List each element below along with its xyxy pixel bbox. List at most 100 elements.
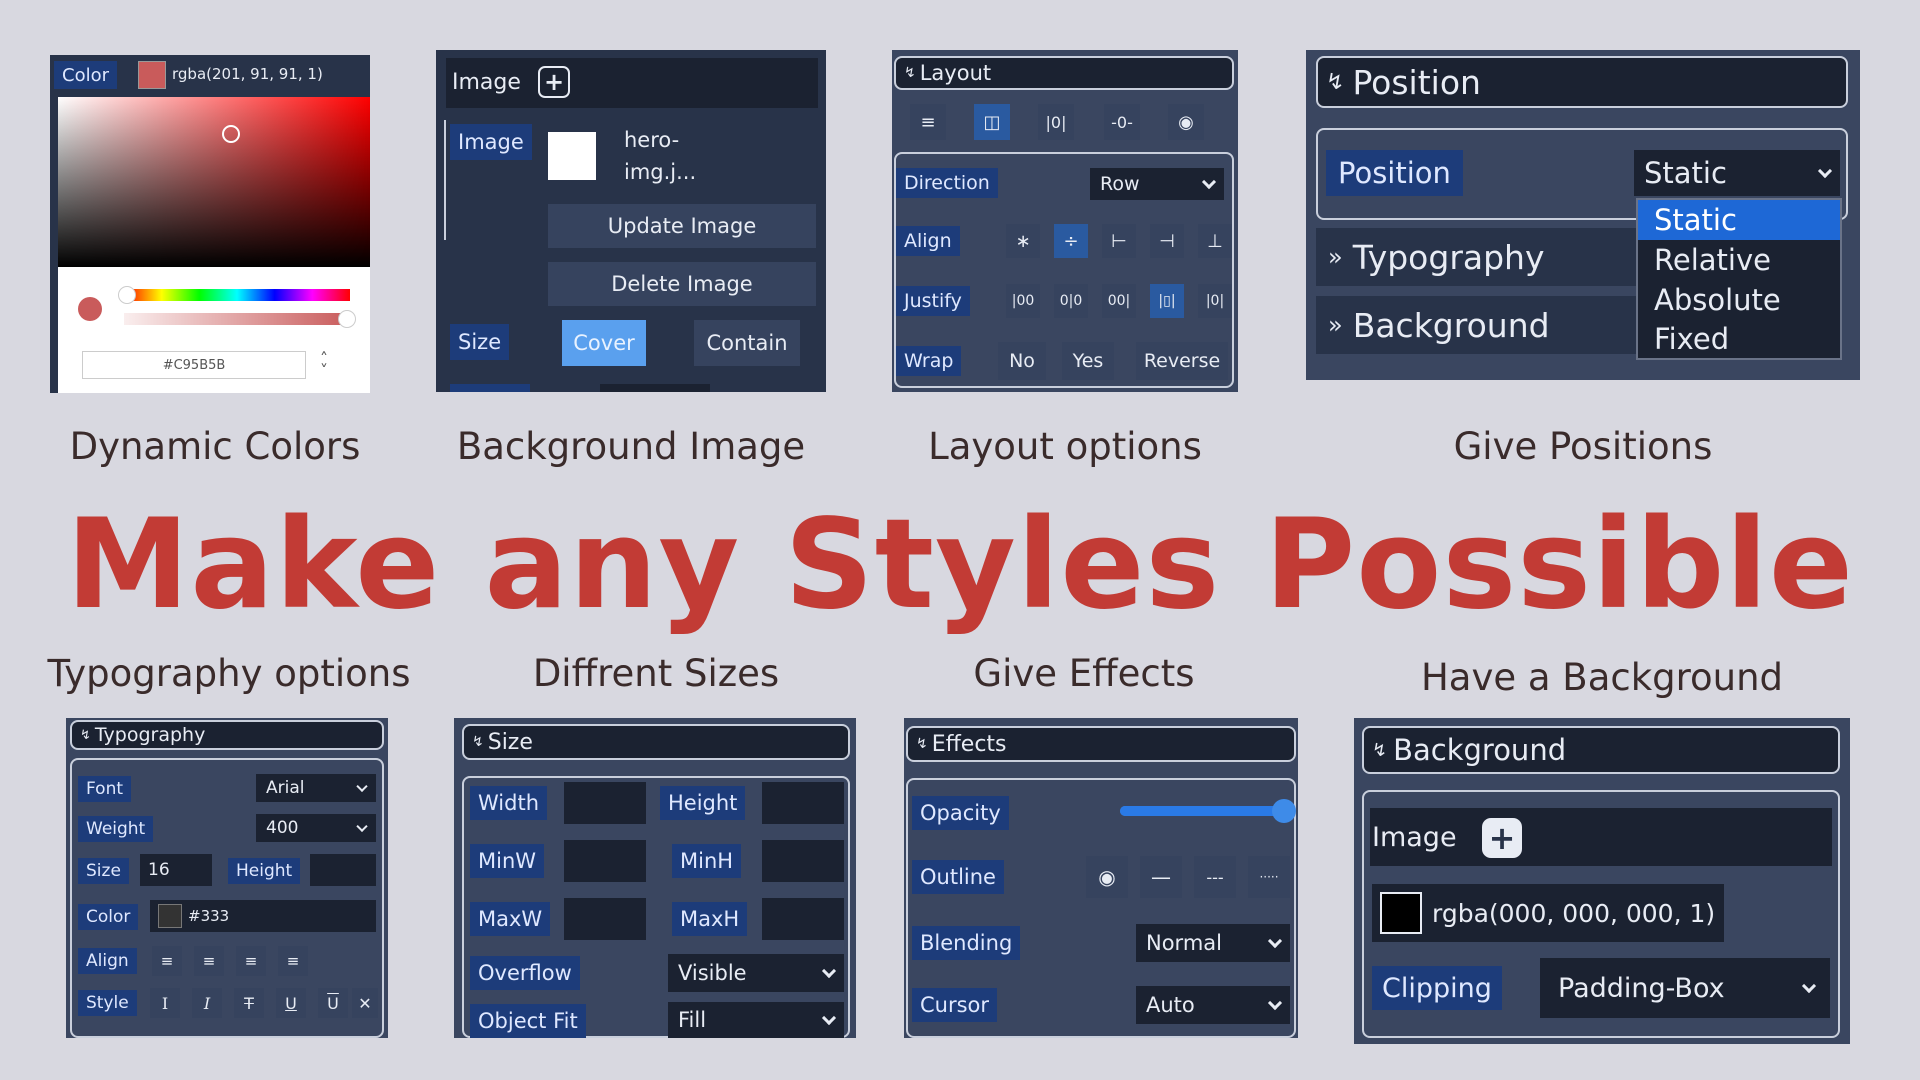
display-block-icon[interactable]: ≡ [910, 104, 946, 140]
align-baseline-icon[interactable]: ⊥ [1198, 224, 1232, 258]
opacity-handle[interactable] [1272, 799, 1296, 823]
display-grid-icon[interactable]: |0| [1038, 104, 1074, 140]
outline-dotted-icon[interactable]: ····· [1248, 856, 1290, 898]
outline-none-icon[interactable]: ◉ [1086, 856, 1128, 898]
position-option-relative[interactable]: Relative [1638, 240, 1840, 280]
blending-select[interactable]: Normal [1136, 924, 1290, 962]
add-image-icon[interactable]: + [1482, 818, 1522, 858]
justify-end-icon[interactable]: 00| [1102, 284, 1136, 318]
color-swatch[interactable] [158, 904, 182, 928]
alpha-slider[interactable] [124, 310, 356, 328]
width-input[interactable] [564, 782, 646, 824]
wrap-yes-button[interactable]: Yes [1062, 342, 1114, 380]
typography-header[interactable]: ↯ Typography [70, 720, 384, 750]
add-image-icon[interactable]: + [538, 66, 570, 98]
saturation-handle[interactable] [222, 125, 240, 143]
layout-panel: ↯ Layout ≡ ◫ |0| -0- ◉ Direction Row Ali… [892, 50, 1238, 392]
background-header[interactable]: ↯ Background [1362, 726, 1840, 774]
position-value: Static [1644, 156, 1727, 190]
style-overline-icon[interactable]: U [318, 988, 348, 1018]
object-fit-select[interactable]: Fill [668, 1002, 844, 1038]
height-input[interactable] [310, 854, 376, 886]
display-inline-icon[interactable]: -0- [1104, 104, 1140, 140]
text-align-left-icon[interactable]: ≡ [152, 946, 182, 976]
position-option-fixed[interactable]: Fixed [1638, 320, 1840, 358]
display-flex-icon[interactable]: ◫ [974, 104, 1010, 140]
justify-between-icon[interactable]: |▯| [1150, 284, 1184, 318]
chevron-down-icon [356, 780, 368, 793]
opacity-label: Opacity [912, 796, 1009, 830]
text-align-right-icon[interactable]: ≡ [236, 946, 266, 976]
headline: Make any Styles Possible [66, 493, 1854, 637]
position-option-static[interactable]: Static [1638, 200, 1840, 240]
collapse-chevron-icon: ↯ [1326, 69, 1345, 95]
blending-label: Blending [912, 926, 1021, 960]
color-swatch[interactable] [138, 61, 166, 89]
cut-off-select [600, 384, 710, 392]
style-underline-icon[interactable]: U [276, 988, 306, 1018]
text-align-center-icon[interactable]: ≡ [194, 946, 224, 976]
contain-button[interactable]: Contain [694, 320, 800, 366]
bg-color-swatch[interactable] [1380, 892, 1422, 934]
hue-handle[interactable] [118, 286, 136, 304]
weight-select[interactable]: 400 [256, 814, 376, 842]
wrap-reverse-button[interactable]: Reverse [1136, 342, 1228, 380]
position-select[interactable]: Static [1634, 150, 1840, 196]
style-strikethrough-icon[interactable]: T [234, 988, 264, 1018]
maxh-input[interactable] [762, 898, 844, 940]
size-header[interactable]: ↯ Size [462, 724, 850, 760]
position-header-label: Position [1352, 62, 1481, 102]
update-image-button[interactable]: Update Image [548, 204, 816, 248]
position-header[interactable]: ↯ Position [1316, 56, 1848, 108]
style-normal-icon[interactable]: I [150, 988, 180, 1018]
overflow-select[interactable]: Visible [668, 954, 844, 992]
format-toggle-icon[interactable]: ˄ ˅ [320, 351, 328, 379]
effects-header[interactable]: ↯ Effects [906, 726, 1296, 762]
delete-image-button[interactable]: Delete Image [548, 262, 816, 306]
minw-input[interactable] [564, 840, 646, 882]
typography-header-label: Typography [94, 724, 206, 746]
display-none-icon[interactable]: ◉ [1168, 104, 1204, 140]
background-row[interactable]: » Background [1316, 296, 1636, 354]
chevron-down-icon [821, 963, 837, 979]
justify-start-icon[interactable]: |00 [1006, 284, 1040, 318]
outline-dashed-icon[interactable]: --- [1194, 856, 1236, 898]
style-clear-icon[interactable]: ✕ [352, 988, 378, 1018]
typography-row[interactable]: » Typography [1316, 228, 1636, 286]
align-center-icon[interactable]: ÷ [1054, 224, 1088, 258]
justify-around-icon[interactable]: |0| [1198, 284, 1232, 318]
text-align-justify-icon[interactable]: ≡ [278, 946, 308, 976]
saturation-area[interactable] [58, 97, 370, 267]
alpha-handle[interactable] [338, 310, 356, 328]
height-label: Height [660, 786, 746, 820]
maxw-input[interactable] [564, 898, 646, 940]
size-input[interactable]: 16 [140, 854, 212, 886]
layout-header[interactable]: ↯ Layout [894, 56, 1234, 90]
hue-slider[interactable] [118, 286, 350, 304]
height-label: Height [228, 858, 301, 884]
outline-solid-icon[interactable]: — [1140, 856, 1182, 898]
align-start-icon[interactable]: ⊢ [1102, 224, 1136, 258]
color-label: Color [54, 61, 117, 89]
cover-button[interactable]: Cover [562, 320, 646, 366]
color-input[interactable]: #333 [150, 900, 376, 932]
position-option-absolute[interactable]: Absolute [1638, 280, 1840, 320]
opacity-slider[interactable] [1120, 799, 1296, 823]
minh-input[interactable] [762, 840, 844, 882]
height-input[interactable] [762, 782, 844, 824]
clipping-label: Clipping [1372, 966, 1502, 1010]
font-label: Font [78, 776, 132, 802]
hex-input[interactable]: #C95B5B [82, 351, 306, 379]
direction-select[interactable]: Row [1090, 168, 1224, 200]
font-select[interactable]: Arial [256, 774, 376, 802]
align-end-icon[interactable]: ⊣ [1150, 224, 1184, 258]
effects-header-label: Effects [931, 731, 1007, 757]
object-fit-value: Fill [678, 1008, 707, 1032]
cursor-select[interactable]: Auto [1136, 986, 1290, 1024]
bg-color-input[interactable]: rgba(000, 000, 000, 1) [1372, 884, 1724, 942]
style-italic-icon[interactable]: I [192, 988, 222, 1018]
align-stretch-icon[interactable]: ∗ [1006, 224, 1040, 258]
clipping-select[interactable]: Padding-Box [1540, 958, 1830, 1018]
wrap-no-button[interactable]: No [998, 342, 1046, 380]
justify-center-icon[interactable]: 0|0 [1054, 284, 1088, 318]
